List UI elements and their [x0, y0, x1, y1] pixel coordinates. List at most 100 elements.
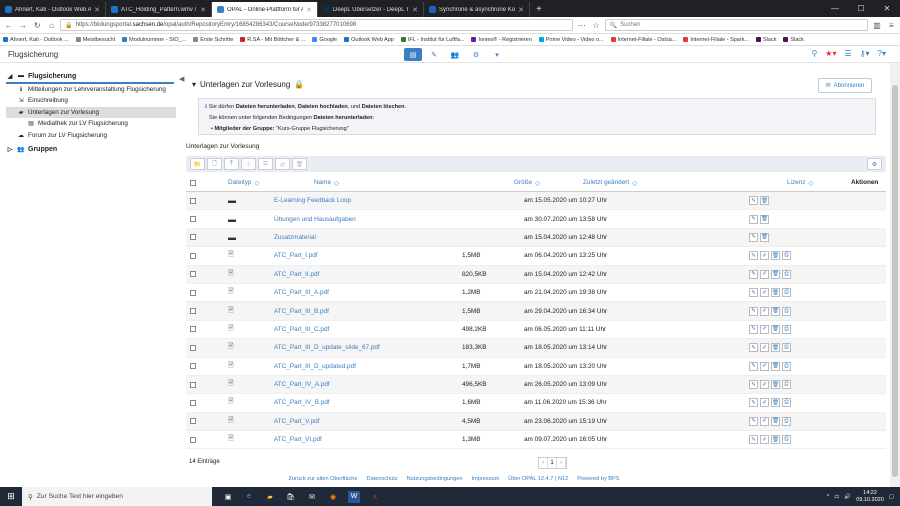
- file-name-link[interactable]: ATC_Part_III_A.pdf: [262, 289, 461, 296]
- metadata-icon[interactable]: ✐: [760, 361, 769, 371]
- metadata-icon[interactable]: ✐: [760, 398, 769, 408]
- view-mode-icon[interactable]: ▤: [404, 48, 422, 61]
- firefox-icon[interactable]: ◉: [327, 491, 339, 503]
- file-name-link[interactable]: ATC_Part_II.pdf: [262, 271, 461, 278]
- task-view-icon[interactable]: ▣: [222, 491, 234, 503]
- select-all-checkbox[interactable]: [190, 179, 196, 186]
- share-icon[interactable]: ⚷▾: [860, 49, 870, 58]
- print-icon[interactable]: ⎙: [782, 416, 791, 426]
- mail-icon[interactable]: ✉: [306, 491, 318, 503]
- file-name-link[interactable]: ATC_Part_III_C.pdf: [262, 326, 461, 333]
- file-name-link[interactable]: E-Learning Feedback Loop: [262, 197, 461, 204]
- delete-icon[interactable]: 🗑: [771, 251, 780, 261]
- edit-icon[interactable]: ✎: [749, 306, 758, 316]
- bookmark-item[interactable]: Internet-Filiale - Ostsä...: [610, 37, 676, 43]
- print-icon[interactable]: ⎙: [782, 251, 791, 261]
- pager-next[interactable]: ›: [557, 458, 566, 468]
- row-checkbox[interactable]: [190, 234, 196, 241]
- file-name-link[interactable]: ATC_Part_III_D_update_slide_67.pdf: [262, 344, 461, 351]
- metadata-icon[interactable]: ✐: [760, 380, 769, 390]
- table-row[interactable]: 🗎 ATC_Part_III_D_updated.pdf 1,7MB am 18.05…: [186, 358, 886, 376]
- sidebar-collapse-icon[interactable]: ◀: [179, 75, 184, 83]
- row-checkbox[interactable]: [190, 308, 196, 315]
- browser-tab[interactable]: DeepL Übersetzer - DeepL Tran✕: [318, 2, 424, 17]
- reload-icon[interactable]: ↻: [32, 21, 43, 30]
- print-icon[interactable]: ⎙: [782, 398, 791, 408]
- column-header-size[interactable]: Größe ◇: [461, 179, 540, 187]
- edit-icon[interactable]: ✎: [749, 435, 758, 445]
- table-row[interactable]: 🗎 ATC_Part_III_D_update_slide_67.pdf 183,3…: [186, 339, 886, 358]
- move-icon[interactable]: ⇄: [275, 158, 290, 170]
- delete-icon[interactable]: 🗑: [771, 288, 780, 298]
- browser-tab[interactable]: Synchrone & asynchrone Komm✕: [424, 2, 530, 17]
- bookmark-item[interactable]: Slack: [783, 37, 804, 43]
- back-icon[interactable]: ←: [3, 21, 14, 30]
- edit-mode-icon[interactable]: ✎: [425, 48, 443, 61]
- scrollbar-thumb[interactable]: [892, 85, 898, 477]
- sidebar-item[interactable]: ▤ Mediathek zur LV Flugsicherung: [6, 118, 176, 130]
- browser-tab[interactable]: ATC_Holding_Pattern.wmv / Mi ✕: [106, 2, 212, 17]
- page-scrollbar[interactable]: [890, 63, 900, 487]
- pager-prev[interactable]: ‹: [539, 458, 548, 468]
- file-name-link[interactable]: Zusatzmaterial: [262, 234, 461, 241]
- browser-tab[interactable]: Ahnert, Kati - Outlook Web Ap ✕: [0, 2, 106, 17]
- file-name-link[interactable]: ATC_Part_IV_A.pdf: [262, 381, 461, 388]
- metadata-icon[interactable]: ✐: [760, 251, 769, 261]
- sidebar-item[interactable]: ⇲ Einschreibung: [6, 95, 176, 107]
- column-header-date[interactable]: Zuletzt geändert ◇: [523, 179, 687, 187]
- page-actions-icon[interactable]: ⋯: [576, 21, 587, 30]
- column-header-name[interactable]: Name ◇: [262, 179, 461, 187]
- help-icon[interactable]: ?▾: [878, 49, 886, 58]
- file-name-link[interactable]: ATC_Part_III_B.pdf: [262, 308, 461, 315]
- bookmark-list-icon[interactable]: ☰: [844, 49, 851, 58]
- file-name-link[interactable]: ATC_Part_V.pdf: [262, 418, 461, 425]
- close-icon[interactable]: ✕: [94, 6, 100, 14]
- metadata-icon[interactable]: ✐: [760, 324, 769, 334]
- metadata-icon[interactable]: ✐: [760, 416, 769, 426]
- footer-link[interactable]: Datenschutz: [367, 476, 398, 486]
- taskbar-search-input[interactable]: ⚲ Zur Suche Text hier eingeben: [22, 487, 212, 506]
- delete-icon[interactable]: 🗑: [760, 214, 769, 224]
- table-row[interactable]: ▬ Übungen und Hausaufgaben am 30.07.2020 u…: [186, 210, 886, 229]
- edit-icon[interactable]: ✎: [749, 232, 758, 242]
- close-window-icon[interactable]: ✕: [874, 4, 900, 13]
- windows-start-icon[interactable]: ⊞: [0, 491, 22, 502]
- print-icon[interactable]: ⎙: [782, 435, 791, 445]
- table-row[interactable]: 🗎 ATC_Part_V.pdf 4,5MB am 23.06.2020 um 15:…: [186, 412, 886, 432]
- volume-icon[interactable]: 🔊: [844, 494, 851, 500]
- edit-icon[interactable]: ✎: [749, 324, 758, 334]
- column-header-type[interactable]: Dateityp ◇: [200, 179, 262, 187]
- print-icon[interactable]: ⎙: [782, 361, 791, 371]
- row-checkbox[interactable]: [190, 363, 196, 370]
- edit-icon[interactable]: ✎: [749, 288, 758, 298]
- print-icon[interactable]: ⎙: [782, 269, 791, 279]
- sidebar-item[interactable]: ℹ Mitteilungen zur Lehrveranstaltung Flug…: [6, 84, 176, 96]
- edit-icon[interactable]: ✎: [749, 398, 758, 408]
- sidebar-item[interactable]: ☁ Forum zur LV Flugsicherung: [6, 130, 176, 142]
- delete-icon[interactable]: 🗑: [292, 158, 307, 170]
- explorer-icon[interactable]: ▰: [264, 491, 276, 503]
- row-checkbox[interactable]: [190, 418, 196, 425]
- home-icon[interactable]: ⌂: [46, 21, 57, 30]
- bookmark-item[interactable]: Outlook Web App: [344, 37, 394, 43]
- close-icon[interactable]: ✕: [518, 6, 524, 14]
- bookmark-item[interactable]: Google: [312, 37, 337, 43]
- edit-icon[interactable]: ✎: [749, 196, 758, 206]
- favorite-star-icon[interactable]: ★▾: [825, 49, 836, 58]
- new-file-icon[interactable]: 🗋: [207, 158, 222, 170]
- row-checkbox[interactable]: [190, 289, 196, 296]
- table-row[interactable]: 🗎 ATC_Part_III_A.pdf 1,2MB am 21.04.2020 um…: [186, 284, 886, 303]
- delete-icon[interactable]: 🗑: [771, 416, 780, 426]
- footer-link[interactable]: Nutzungsbedingungen: [407, 476, 463, 486]
- bookmark-item[interactable]: Prime Video - Video o...: [538, 37, 604, 43]
- bookmark-item[interactable]: Meistbesucht: [75, 37, 115, 43]
- new-tab-icon[interactable]: +: [530, 2, 548, 17]
- bookmark-item[interactable]: Ionies® - Registrieren: [471, 37, 532, 43]
- print-icon[interactable]: ⎙: [782, 306, 791, 316]
- delete-icon[interactable]: 🗑: [771, 398, 780, 408]
- tray-arrow-icon[interactable]: ^: [827, 494, 830, 500]
- file-name-link[interactable]: ATC_Part_I.pdf: [262, 252, 461, 259]
- network-icon[interactable]: ▭: [834, 494, 839, 500]
- row-checkbox[interactable]: [190, 381, 196, 388]
- edit-icon[interactable]: ✎: [749, 269, 758, 279]
